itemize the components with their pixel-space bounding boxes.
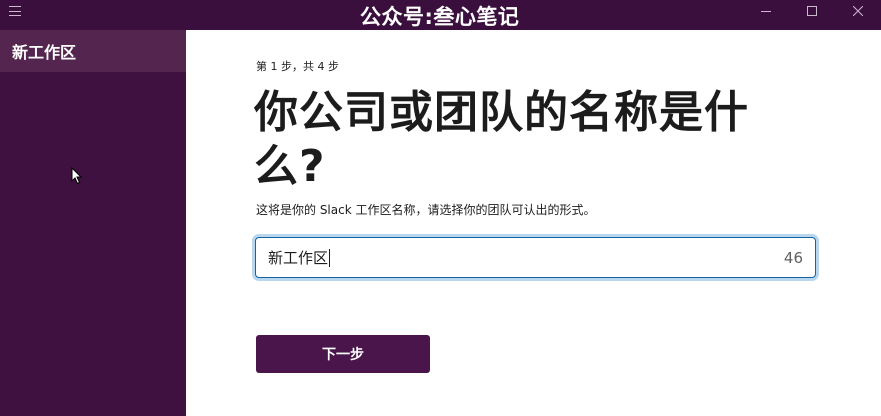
step-indicator: 第 1 步，共 4 步 [256, 60, 339, 73]
workspace-name-label: 新工作区 [12, 43, 77, 62]
description-text: 这将是你的 Slack 工作区名称，请选择你的团队可认出的形式。 [256, 203, 596, 217]
title-bar: 公众号:叁心笔记 [0, 0, 881, 30]
workspace-name-value: 新工作区 [268, 249, 329, 267]
workspace-name-input[interactable]: 新工作区 46 [255, 237, 816, 278]
close-icon[interactable] [835, 0, 881, 22]
window-controls [743, 0, 881, 22]
main-panel: 第 1 步，共 4 步 你公司或团队的名称是什么? 这将是你的 Slack 工作… [186, 30, 881, 416]
text-caret [329, 248, 331, 267]
remaining-char-count: 46 [783, 248, 803, 267]
minimize-icon[interactable] [743, 0, 789, 22]
hamburger-menu-icon[interactable] [9, 6, 21, 16]
next-step-button[interactable]: 下一步 [256, 335, 430, 373]
mouse-cursor-icon [71, 167, 83, 185]
maximize-icon[interactable] [789, 0, 835, 22]
sidebar-workspace-item[interactable]: 新工作区 [0, 30, 186, 72]
page-title: 你公司或团队的名称是什么? [254, 87, 749, 192]
watermark-text: 公众号:叁心笔记 [360, 5, 520, 29]
app-window: 公众号:叁心笔记 新工作区 第 1 步，共 4 步 你公司或团队的名称是什么? … [0, 0, 881, 416]
sidebar: 新工作区 [0, 30, 186, 416]
